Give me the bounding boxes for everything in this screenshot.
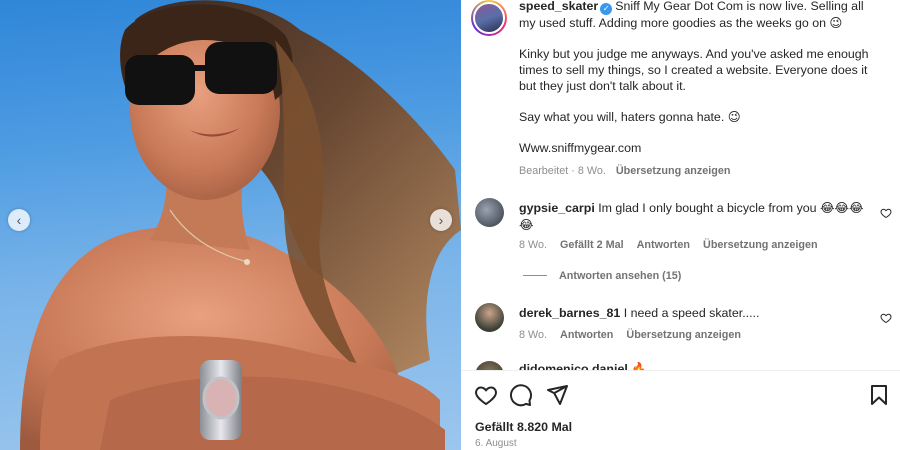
commenter-avatar[interactable] [475,361,504,370]
comment-time: 8 Wo. [519,329,548,341]
comment-time: 8 Wo. [519,239,548,251]
view-replies-link[interactable]: Antworten ansehen (15) [523,270,681,282]
comment-reply-link[interactable]: Antworten [637,239,690,251]
caption-meta: Bearbeitet · 8 Wo. Übersetzung anzeigen [519,163,879,179]
comment-meta: 8 Wo. Antworten Übersetzung anzeigen [519,329,751,341]
commenter-avatar[interactable] [475,198,504,227]
comments-scroll-area[interactable]: speed_skater ✓ Sniff My Gear Dot Com is no… [461,0,900,370]
comment-body: gypsie_carpi Im glad I only bought a bic… [519,200,864,234]
verified-badge-icon: ✓ [600,3,613,15]
comment-body: derek_barnes_81 I need a speed skater...… [519,305,864,322]
previous-image-button[interactable]: ‹ [8,209,30,231]
caption-paragraph-3: Say what you will, haters gonna hate. 😉 [519,110,741,124]
commenter-avatar[interactable] [475,303,504,332]
post-actions-bar: Gefällt 8.820 Mal 6. August [461,370,900,450]
comment-likes-count[interactable]: Gefällt 2 Mal [560,239,624,251]
caption-link[interactable]: Www.sniffmygear.com [519,140,879,156]
comment-text: I need a speed skater..... [623,306,760,320]
replies-divider [523,275,547,276]
comment-like-heart-icon[interactable] [880,207,892,219]
post-details-panel: speed_skater ✓ Sniff My Gear Dot Com is no… [461,0,900,450]
comment-reply-link[interactable]: Antworten [560,329,613,341]
post-image[interactable]: ‹ › [0,0,461,450]
comment-text: 🔥 [631,362,647,370]
caption-paragraph-2: Kinky but you judge me anyways. And you'… [519,47,869,93]
post-caption: speed_skater ✓ Sniff My Gear Dot Com is no… [519,0,879,179]
heart-icon[interactable] [474,383,498,407]
likes-count[interactable]: Gefällt 8.820 Mal [475,420,572,434]
post-photo-illustration [20,0,461,450]
caption-edited-time: Bearbeitet · 8 Wo. [519,165,606,177]
commenter-username[interactable]: derek_barnes_81 [519,306,620,320]
next-image-button[interactable]: › [430,209,452,231]
chevron-left-icon: ‹ [16,212,22,228]
author-avatar[interactable] [471,0,507,36]
caption-translate-link[interactable]: Übersetzung anzeigen [616,165,731,177]
chevron-right-icon: › [438,212,444,228]
post-date: 6. August [475,438,517,449]
bookmark-icon[interactable] [867,383,891,407]
commenter-username[interactable]: gypsie_carpi [519,201,595,215]
author-username[interactable]: speed_skater [519,0,598,13]
comment-translate-link[interactable]: Übersetzung anzeigen [626,329,741,341]
comment-like-heart-icon[interactable] [880,312,892,324]
comment-meta: 8 Wo. Gefällt 2 Mal Antworten Übersetzun… [519,239,828,251]
comment-icon[interactable] [509,383,533,407]
view-replies-label: Antworten ansehen (15) [559,270,682,282]
commenter-username[interactable]: didomenico.daniel [519,362,628,370]
send-icon[interactable] [545,383,569,407]
comment-translate-link[interactable]: Übersetzung anzeigen [703,239,818,251]
comment-body: didomenico.daniel 🔥 [519,361,864,370]
